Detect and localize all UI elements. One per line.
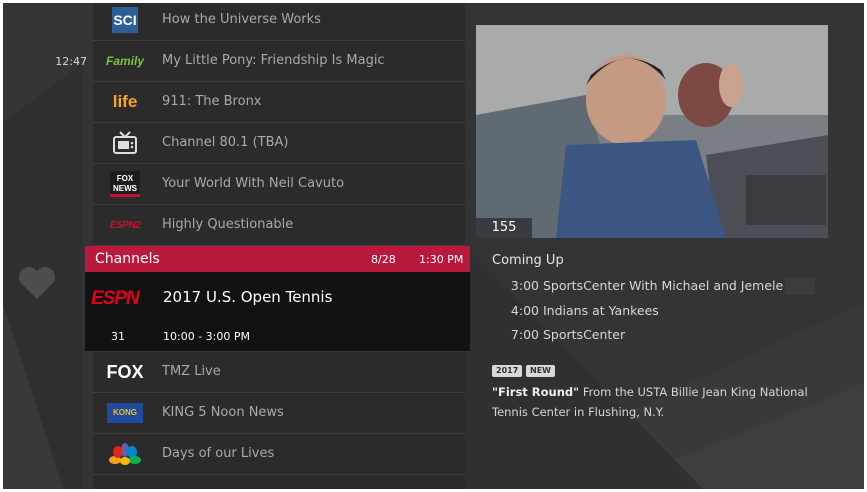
guide-row[interactable]: Channel 80.1 (TBA) <box>93 123 465 164</box>
fox-logo: FOX <box>106 361 144 382</box>
espn-logo: ESPN <box>91 288 140 309</box>
guide-row[interactable]: Family My Little Pony: Friendship Is Mag… <box>93 41 465 82</box>
video-frame-image <box>476 25 828 238</box>
guide-time: 1:30 PM <box>419 253 464 266</box>
clock: 12:47 <box>55 55 87 68</box>
program-description: "First Round" From the USTA Billie Jean … <box>492 382 812 422</box>
guide-row[interactable]: SCI How the Universe Works <box>93 3 465 41</box>
science-logo: SCI <box>101 3 149 40</box>
selected-program[interactable]: ESPN 2017 U.S. Open Tennis 31 10:00 - 3:… <box>85 272 470 351</box>
guide-row[interactable] <box>93 475 465 489</box>
favorite-heart-icon[interactable] <box>17 265 57 301</box>
guide-row[interactable]: life 911: The Bronx <box>93 82 465 123</box>
nbc-peacock-logo <box>101 434 149 474</box>
guide-date: 8/28 <box>371 253 396 266</box>
selected-row-header[interactable]: Channels 8/28 1:30 PM <box>85 246 470 272</box>
coming-up-heading: Coming Up <box>492 253 564 268</box>
video-preview[interactable]: 155 <box>476 25 828 238</box>
discovery-family-logo: Family <box>105 54 144 68</box>
coming-up-item: 3:00 SportsCenter With Michael and Jemele <box>510 278 784 293</box>
channel-number: 31 <box>111 330 125 343</box>
program-title: Channel 80.1 (TBA) <box>162 135 289 150</box>
guide-screen: 12:47 SCI How the Universe Works Family … <box>3 3 864 489</box>
program-title: Days of our Lives <box>162 446 275 461</box>
play-icon <box>785 277 815 295</box>
program-title: KING 5 Noon News <box>162 405 284 420</box>
program-title: Highly Questionable <box>162 217 294 232</box>
king5-logo: KONG <box>101 393 149 433</box>
program-title: How the Universe Works <box>162 12 321 27</box>
discovery-life-logo: life <box>112 92 138 111</box>
selected-program-title: 2017 U.S. Open Tennis <box>163 288 333 306</box>
guide-row[interactable]: FOX NEWS Your World With Neil Cavuto <box>93 164 465 205</box>
new-badge: NEW <box>526 365 555 377</box>
coming-up-item: 4:00 Indians at Yankees <box>510 303 659 318</box>
channels-label: Channels <box>95 251 160 267</box>
program-time-range: 10:00 - 3:00 PM <box>163 330 250 343</box>
program-title: 911: The Bronx <box>162 94 262 109</box>
guide-row[interactable]: ESPN2 Highly Questionable <box>93 205 465 246</box>
preview-channel-number: 155 <box>476 218 532 238</box>
espn2-logo: ESPN2 <box>109 219 141 231</box>
tv-icon <box>101 123 149 163</box>
coming-up-item: 7:00 SportsCenter <box>510 327 626 342</box>
guide-row[interactable]: FOX TMZ Live <box>93 352 465 393</box>
program-title: My Little Pony: Friendship Is Magic <box>162 53 385 68</box>
program-title: Your World With Neil Cavuto <box>162 176 345 191</box>
year-badge: 2017 <box>492 365 523 377</box>
episode-title: "First Round" <box>492 385 580 399</box>
guide-row[interactable]: KONG KING 5 Noon News <box>93 393 465 434</box>
program-title: TMZ Live <box>162 364 221 379</box>
fox-news-logo: FOX NEWS <box>101 164 149 204</box>
guide-row[interactable]: Days of our Lives <box>93 434 465 475</box>
